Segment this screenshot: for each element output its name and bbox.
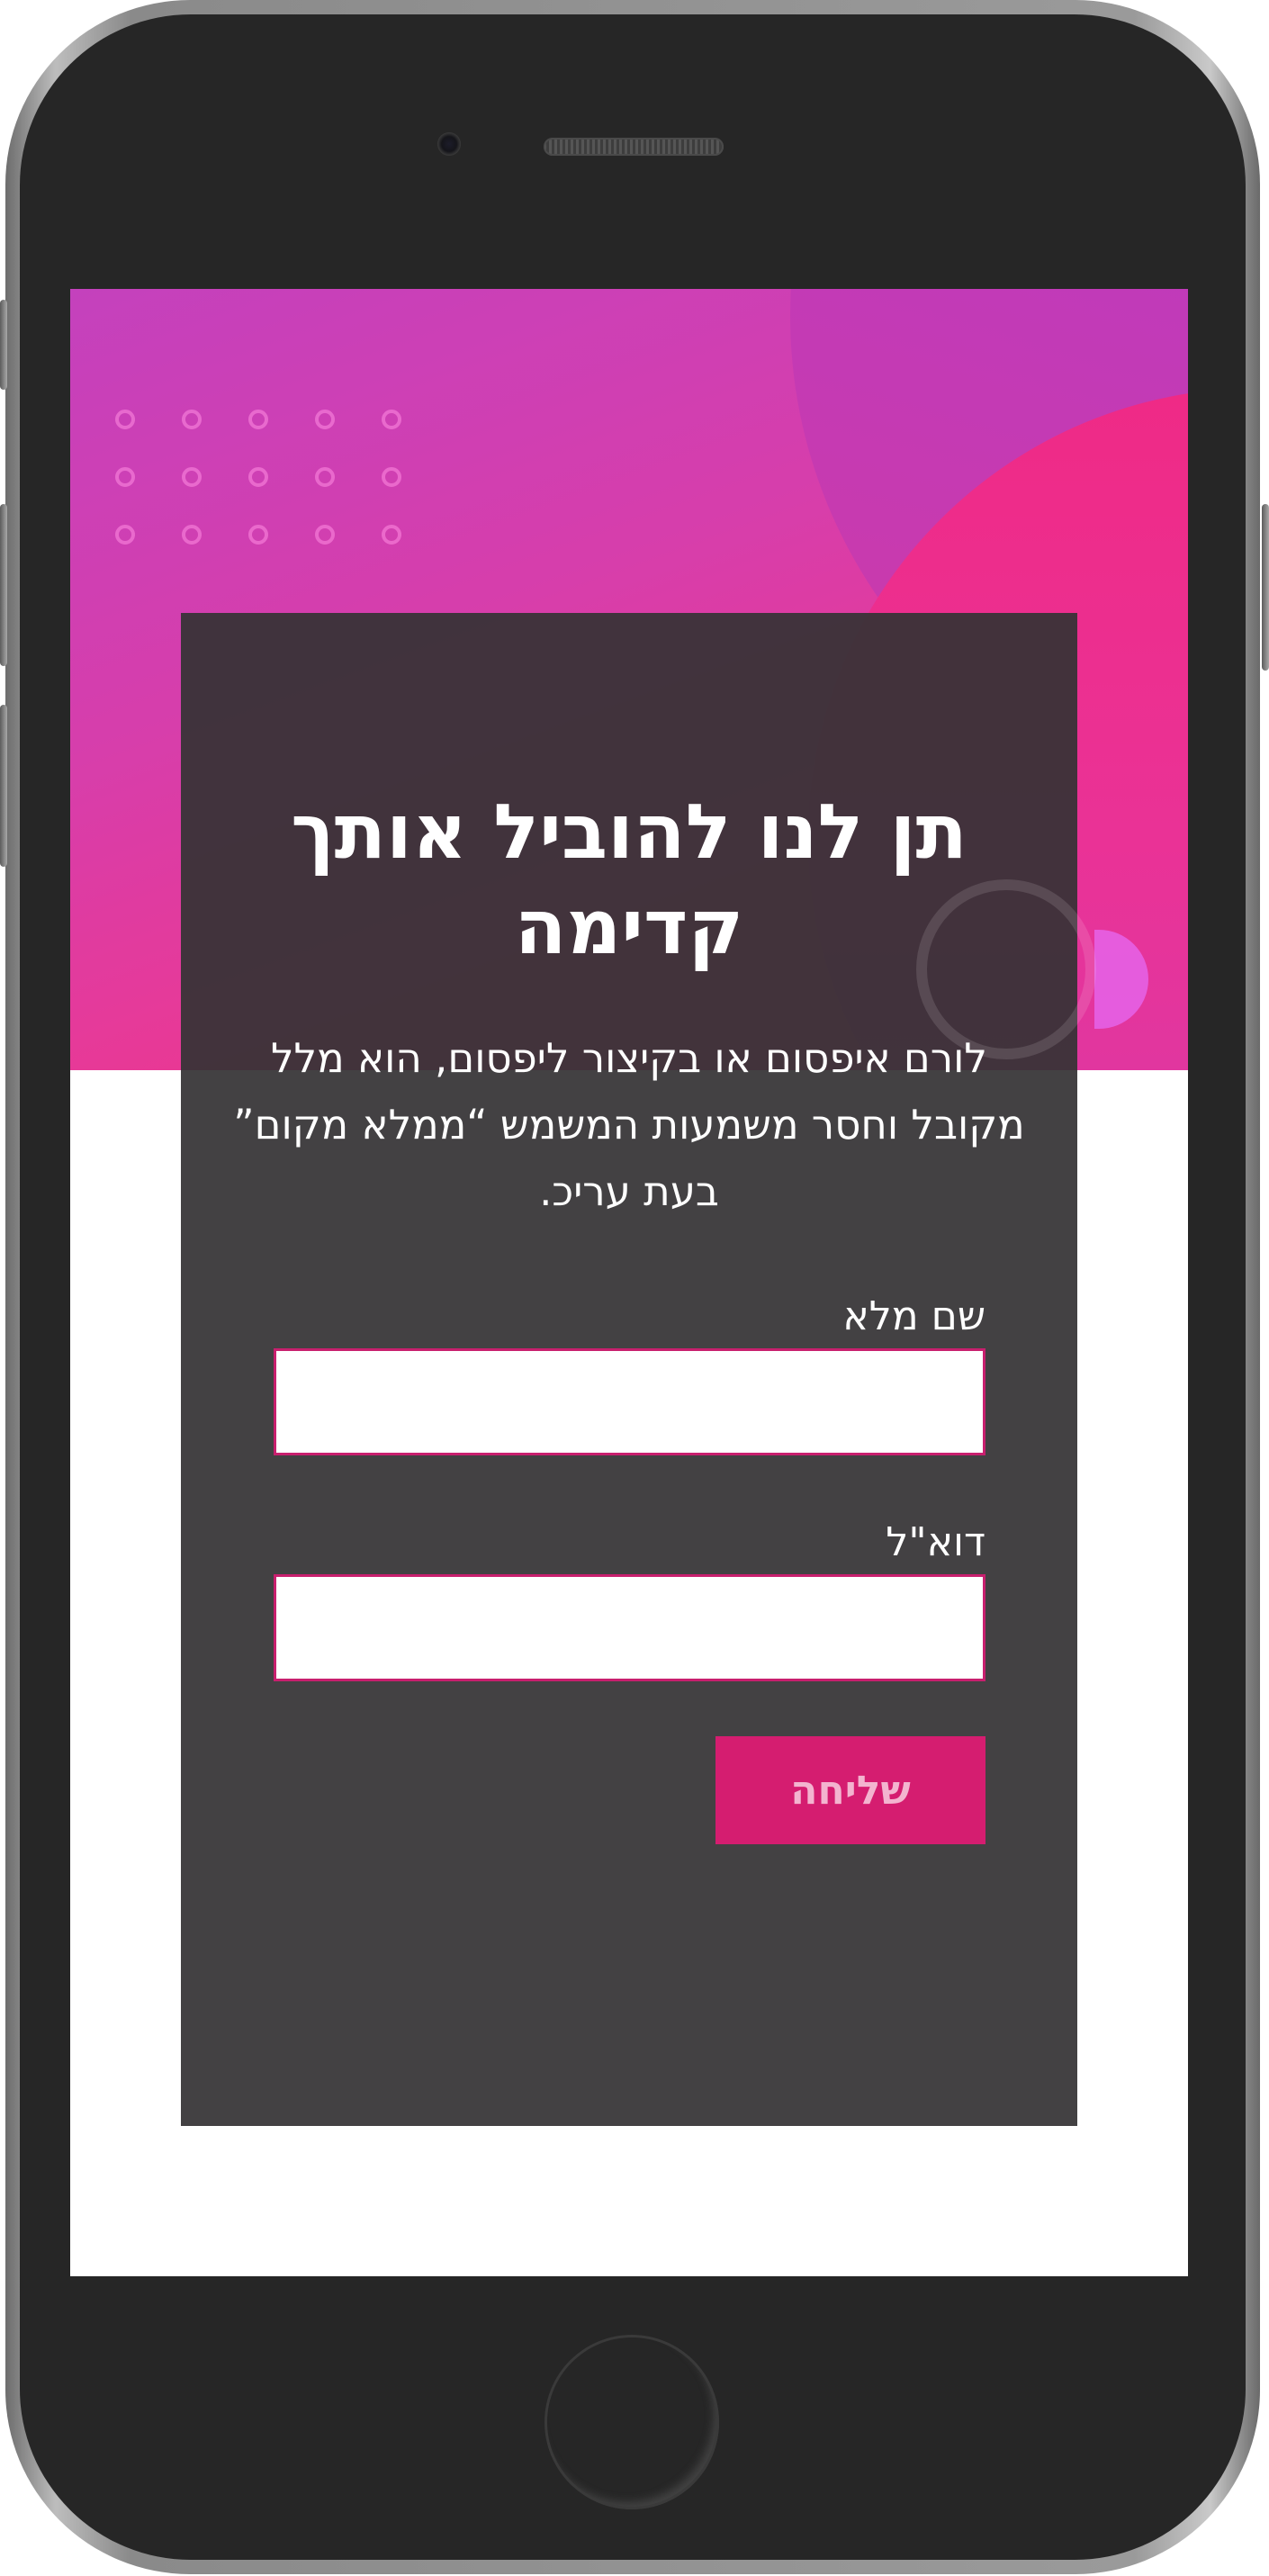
dot xyxy=(315,467,335,487)
front-camera xyxy=(437,132,461,156)
email-label: דוא"ל xyxy=(886,1519,986,1565)
phone-screen: תן לנו להוביל אותך קדימה לורם איפסום או … xyxy=(70,289,1188,2276)
form-description: לורם איפסום או בקיצור ליפסום, הוא מלל מק… xyxy=(233,1034,1025,1215)
dot xyxy=(115,410,135,429)
dot xyxy=(182,410,202,429)
dot xyxy=(182,467,202,487)
dot xyxy=(248,410,268,429)
volume-up-button xyxy=(0,504,7,666)
dot xyxy=(382,410,401,429)
dot xyxy=(382,467,401,487)
dot xyxy=(248,467,268,487)
dot xyxy=(248,525,268,545)
full-name-label: שם מלא xyxy=(842,1293,986,1339)
full-name-input[interactable] xyxy=(274,1348,986,1455)
dot xyxy=(182,525,202,545)
dot xyxy=(382,525,401,545)
earpiece-speaker xyxy=(544,138,724,156)
email-input[interactable] xyxy=(274,1574,986,1681)
dot xyxy=(315,410,335,429)
dot xyxy=(315,525,335,545)
circle-ring-icon xyxy=(916,879,1096,1059)
power-button xyxy=(1262,504,1269,671)
dot xyxy=(115,467,135,487)
home-button[interactable] xyxy=(544,2335,719,2509)
silent-switch xyxy=(0,300,7,390)
contact-form-card: תן לנו להוביל אותך קדימה לורם איפסום או … xyxy=(181,613,1077,2126)
submit-button[interactable]: שליחה xyxy=(716,1736,986,1844)
volume-down-button xyxy=(0,705,7,867)
dots-pattern-icon xyxy=(112,406,409,552)
dot xyxy=(115,525,135,545)
